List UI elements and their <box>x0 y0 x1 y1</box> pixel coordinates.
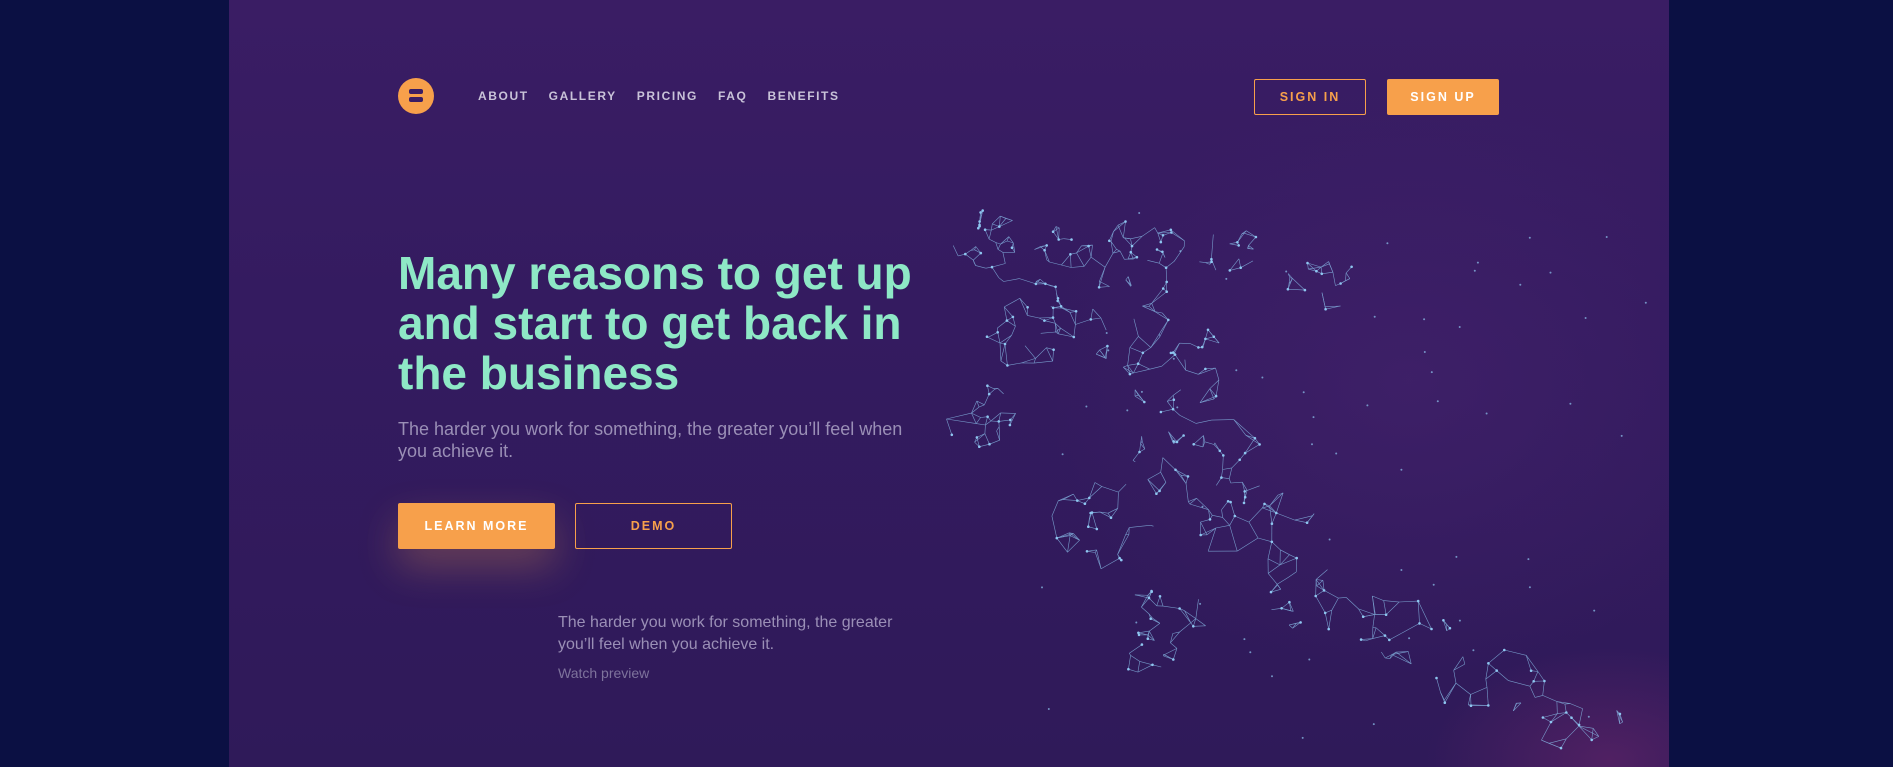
hero-subtitle: The harder you work for something, the g… <box>398 419 903 461</box>
demo-button[interactable]: DEMO <box>575 503 732 549</box>
sign-in-button[interactable]: SIGN IN <box>1254 79 1366 115</box>
nav-pricing[interactable]: PRICING <box>637 89 698 103</box>
nav-about[interactable]: ABOUT <box>478 89 529 103</box>
mesh-lines <box>946 210 1623 749</box>
mesh-dots <box>950 209 1647 750</box>
hero-title: Many reasons to get up and start to get … <box>398 247 912 399</box>
learn-more-button[interactable]: LEARN MORE <box>398 503 555 549</box>
page-frame: ABOUT GALLERY PRICING FAQ BENEFITS SIGN … <box>229 0 1669 767</box>
watch-preview-link[interactable]: Watch preview <box>558 665 649 681</box>
quote-text: The harder you work for something, the g… <box>558 614 893 653</box>
running-man-mesh-illustration <box>946 209 1647 750</box>
nav-gallery[interactable]: GALLERY <box>549 89 617 103</box>
nav-benefits[interactable]: BENEFITS <box>767 89 839 103</box>
nav-faq[interactable]: FAQ <box>718 89 747 103</box>
main-nav: ABOUT GALLERY PRICING FAQ BENEFITS <box>478 89 860 103</box>
logo-icon[interactable] <box>398 78 434 114</box>
sign-up-button[interactable]: SIGN UP <box>1387 79 1499 115</box>
